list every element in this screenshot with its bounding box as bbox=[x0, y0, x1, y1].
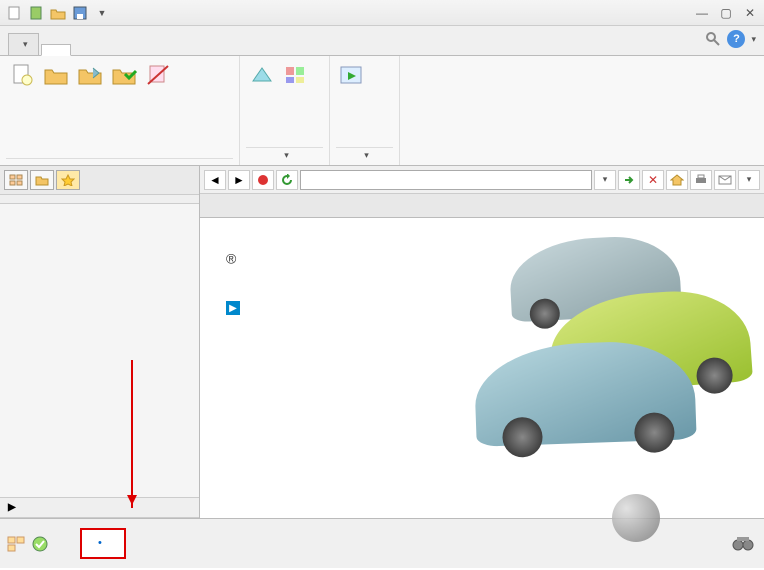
car-graphics bbox=[470, 238, 760, 428]
ribbon: ▾ ▾ bbox=[0, 56, 764, 166]
url-field[interactable] bbox=[300, 170, 592, 190]
help-icon[interactable]: ? bbox=[727, 30, 745, 48]
file-menu[interactable]: ▾ bbox=[8, 33, 39, 55]
back-button[interactable]: ◄ bbox=[204, 170, 226, 190]
print-button[interactable] bbox=[690, 170, 712, 190]
qat-save-icon[interactable] bbox=[70, 3, 90, 23]
ribbon-group-data-label bbox=[6, 158, 233, 163]
titlebar: ▼ — ▢ ✕ bbox=[0, 0, 764, 26]
home-tab[interactable] bbox=[41, 44, 71, 56]
quick-access-toolbar: ▼ bbox=[4, 3, 112, 23]
system-color-icon bbox=[283, 62, 309, 88]
close-button[interactable]: ✕ bbox=[740, 5, 760, 21]
new-icon bbox=[9, 62, 35, 88]
open-icon bbox=[43, 62, 69, 88]
erase-icon bbox=[145, 62, 171, 88]
watermark-ball bbox=[612, 494, 660, 542]
sidebar-tabs bbox=[0, 166, 199, 194]
qat-dropdown-icon[interactable]: ▼ bbox=[92, 3, 112, 23]
binoculars-icon[interactable] bbox=[732, 534, 756, 554]
open-button[interactable] bbox=[40, 60, 72, 158]
sidebar: ▶ bbox=[0, 166, 200, 518]
browser-tabs bbox=[200, 194, 764, 218]
ribbon-group-settings-label: ▾ bbox=[246, 147, 323, 163]
sidebar-tab-2[interactable] bbox=[30, 170, 54, 190]
tools-dropdown-icon[interactable]: ▾ bbox=[738, 170, 760, 190]
select-wd-icon bbox=[111, 62, 137, 88]
sidebar-header bbox=[0, 194, 199, 204]
select-wd-button[interactable] bbox=[108, 60, 140, 158]
forward-button[interactable]: ► bbox=[228, 170, 250, 190]
maximize-button[interactable]: ▢ bbox=[716, 5, 736, 21]
home-button[interactable] bbox=[666, 170, 688, 190]
erase-button[interactable] bbox=[142, 60, 174, 158]
welcome-page: ® ▶ bbox=[200, 218, 764, 518]
status-icon-1[interactable] bbox=[6, 535, 26, 553]
folder-tree-header[interactable]: ▶ bbox=[0, 497, 199, 518]
arrow-right-icon: ▶ bbox=[226, 301, 240, 315]
play-trace-button[interactable] bbox=[336, 60, 368, 147]
status-line-1 bbox=[98, 535, 108, 553]
status-icon-2[interactable] bbox=[30, 535, 50, 553]
open-last-icon bbox=[77, 62, 103, 88]
search-icon[interactable] bbox=[705, 31, 721, 47]
mail-button[interactable] bbox=[714, 170, 736, 190]
refresh-button[interactable] bbox=[276, 170, 298, 190]
new-button[interactable] bbox=[6, 60, 38, 158]
play-trace-icon bbox=[339, 62, 365, 88]
workspace: ▶ ◄ ► ▾ ✕ ▾ ® ▶ bbox=[0, 166, 764, 518]
system-color-button[interactable] bbox=[280, 60, 312, 147]
cancel-button[interactable]: ✕ bbox=[642, 170, 664, 190]
sidebar-tab-3[interactable] bbox=[56, 170, 80, 190]
window-controls: — ▢ ✕ bbox=[692, 5, 760, 21]
status-message-box bbox=[80, 528, 126, 560]
qat-doc-icon[interactable] bbox=[26, 3, 46, 23]
stop-button[interactable] bbox=[252, 170, 274, 190]
help-dropdown-icon[interactable]: ▾ bbox=[751, 34, 756, 45]
content-area: ◄ ► ▾ ✕ ▾ ® ▶ bbox=[200, 166, 764, 518]
qat-new-icon[interactable] bbox=[4, 3, 24, 23]
goto-button[interactable] bbox=[618, 170, 640, 190]
go-button[interactable]: ▾ bbox=[594, 170, 616, 190]
sidebar-tab-1[interactable] bbox=[4, 170, 28, 190]
annotation-arrow bbox=[131, 360, 133, 508]
open-last-button[interactable] bbox=[74, 60, 106, 158]
ribbon-group-utils-label: ▾ bbox=[336, 147, 393, 163]
browser-toolbar: ◄ ► ▾ ✕ ▾ bbox=[200, 166, 764, 194]
minimize-button[interactable]: — bbox=[692, 5, 712, 21]
qat-open-icon[interactable] bbox=[48, 3, 68, 23]
model-display-icon bbox=[249, 62, 275, 88]
menubar: ▾ ? ▾ bbox=[0, 26, 764, 56]
model-display-button[interactable] bbox=[246, 60, 278, 147]
